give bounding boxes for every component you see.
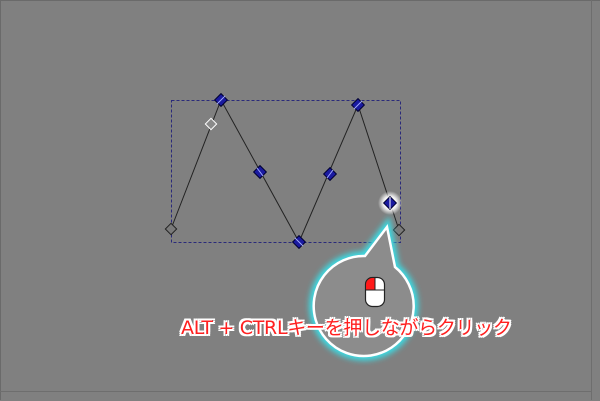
selected-node[interactable] bbox=[291, 234, 307, 250]
selection-bounding-box bbox=[171, 100, 401, 243]
end-node-left[interactable] bbox=[164, 222, 178, 236]
zigzag-path[interactable] bbox=[170, 98, 400, 244]
selected-node[interactable] bbox=[252, 164, 268, 180]
canvas-edge-right bbox=[591, 0, 592, 400]
drawing-canvas[interactable]: ALT + CTRLキーを押しながらクリック bbox=[0, 0, 600, 400]
selected-node[interactable] bbox=[322, 166, 338, 182]
selected-node[interactable] bbox=[213, 92, 229, 108]
instruction-text: ALT + CTRLキーを押しながらクリック bbox=[181, 317, 512, 339]
canvas-drawing bbox=[164, 92, 419, 361]
control-handle[interactable] bbox=[204, 117, 218, 131]
mouse-left-click-icon bbox=[364, 276, 386, 308]
end-node-right[interactable] bbox=[392, 223, 406, 237]
canvas-edge-bottom bbox=[0, 391, 592, 392]
